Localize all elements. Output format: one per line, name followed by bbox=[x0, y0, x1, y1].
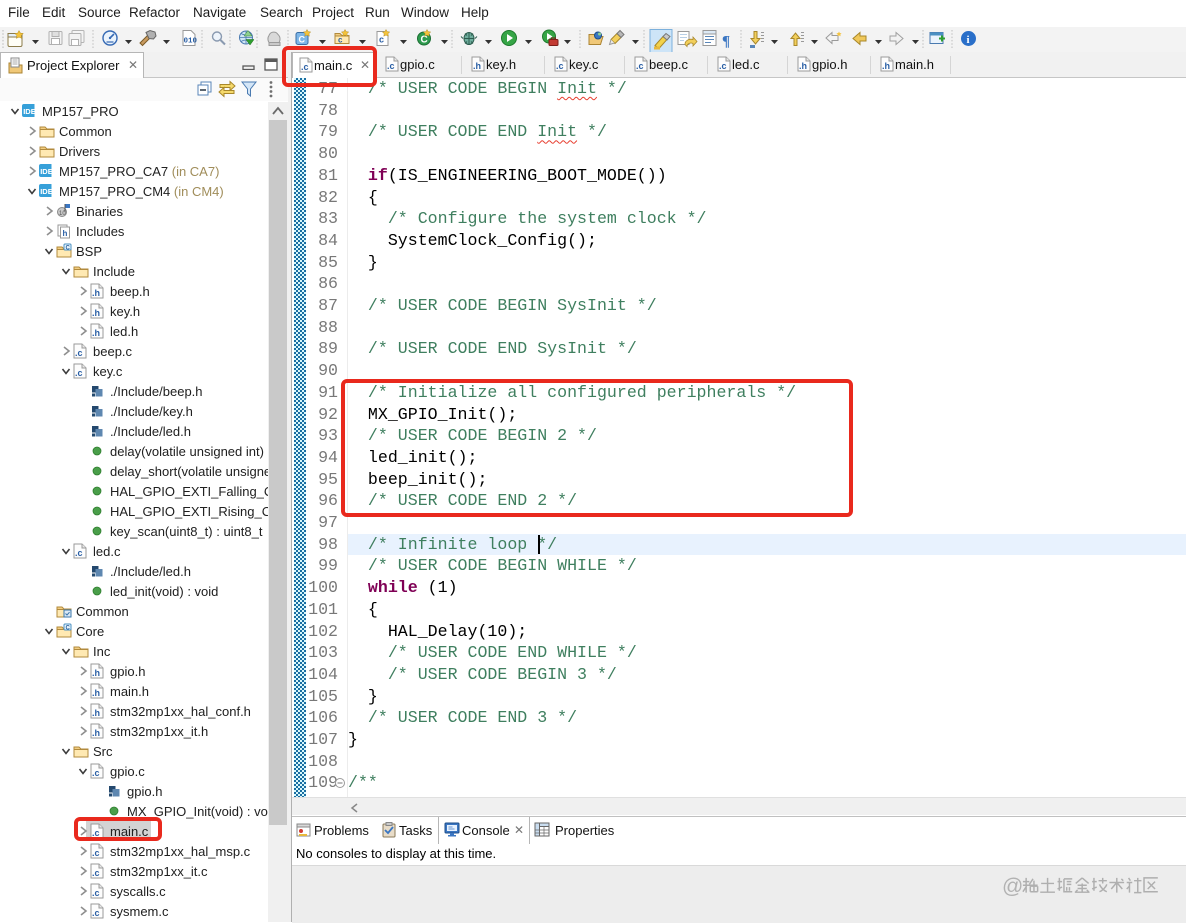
svg-text:@: @ bbox=[1002, 876, 1023, 898]
svg-text:.c: .c bbox=[719, 61, 727, 71]
svg-text:C: C bbox=[421, 35, 428, 46]
svg-text:c: c bbox=[338, 36, 343, 45]
svg-text:.c: .c bbox=[92, 888, 100, 898]
svg-text:.h: .h bbox=[92, 328, 100, 338]
svg-text:.c: .c bbox=[636, 61, 644, 71]
svg-text:i: i bbox=[967, 34, 970, 46]
svg-text:.c: .c bbox=[75, 348, 83, 358]
svg-text:.h: .h bbox=[473, 61, 481, 71]
svg-text:.c: .c bbox=[75, 548, 83, 558]
svg-text:.h: .h bbox=[92, 668, 100, 678]
svg-text:c: c bbox=[379, 35, 384, 45]
svg-text:.h: .h bbox=[92, 308, 100, 318]
svg-text:C: C bbox=[66, 626, 71, 632]
svg-text:IDE: IDE bbox=[40, 167, 53, 176]
svg-text:IDE: IDE bbox=[23, 107, 36, 116]
svg-text:.h: .h bbox=[92, 728, 100, 738]
svg-text:¶: ¶ bbox=[722, 34, 730, 50]
svg-text:.c: .c bbox=[92, 908, 100, 918]
svg-text:.c: .c bbox=[92, 768, 100, 778]
svg-text:.c: .c bbox=[387, 61, 395, 71]
svg-text:IDE: IDE bbox=[40, 187, 53, 196]
svg-text:.h: .h bbox=[92, 708, 100, 718]
svg-text:.h: .h bbox=[92, 288, 100, 298]
svg-text:.h: .h bbox=[92, 688, 100, 698]
svg-text:.c: .c bbox=[75, 368, 83, 378]
svg-text:.h: .h bbox=[799, 61, 807, 71]
svg-text:010: 010 bbox=[184, 38, 198, 46]
svg-text:C: C bbox=[66, 246, 71, 252]
svg-text:.h: .h bbox=[882, 61, 890, 71]
svg-text:.c: .c bbox=[92, 848, 100, 858]
svg-text:.c: .c bbox=[556, 61, 564, 71]
svg-text:C: C bbox=[299, 35, 306, 45]
svg-text:h: h bbox=[63, 229, 68, 238]
svg-text:.c: .c bbox=[92, 868, 100, 878]
